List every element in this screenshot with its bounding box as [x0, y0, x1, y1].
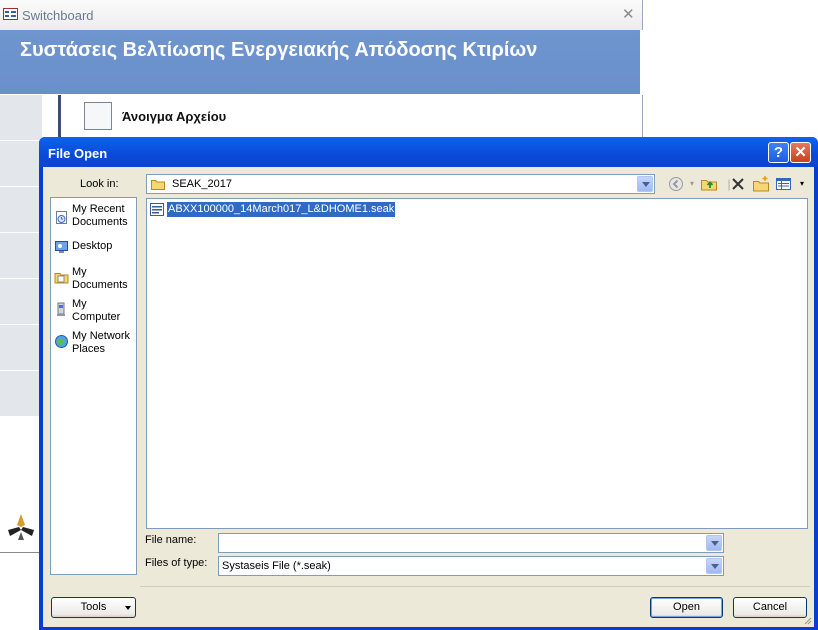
file-type-value: Systaseis File (*.seak)	[222, 560, 331, 572]
desktop-icon	[55, 241, 68, 253]
open-button[interactable]: Open	[650, 597, 723, 618]
new-folder-icon[interactable]	[752, 175, 770, 193]
recent-documents-icon	[56, 211, 67, 224]
views-dropdown-icon[interactable]: ▾	[793, 175, 811, 193]
left-panel-row	[0, 279, 42, 325]
switchboard-header-title: Συστάσεις Βελτίωσης Ενεργειακής Απόδοσης…	[20, 39, 538, 61]
switchboard-rule	[0, 552, 40, 553]
file-name-input[interactable]	[218, 533, 724, 553]
my-documents-icon	[54, 273, 69, 284]
back-dropdown-icon[interactable]: ▾	[683, 175, 701, 193]
tools-label: Tools	[80, 601, 107, 613]
file-name-label: File name:	[145, 534, 197, 546]
places-bar: My Recent Documents Desktop My Documents…	[50, 197, 137, 575]
chevron-down-icon[interactable]	[637, 176, 653, 192]
dialog-titlebar[interactable]: File Open ? ✕	[39, 137, 818, 167]
file-list[interactable]: ABXX100000_14March017_L&DHOME1.seak	[146, 198, 808, 529]
look-in-value: SEAK_2017	[172, 178, 232, 190]
file-name: ABXX100000_14March017_L&DHOME1.seak	[165, 201, 397, 218]
left-panel-row	[0, 187, 42, 233]
delete-icon[interactable]	[729, 175, 747, 193]
place-network-places[interactable]: My Network Places	[51, 330, 136, 358]
tools-button[interactable]: Tools	[51, 597, 136, 618]
switchboard-left-panel	[0, 95, 42, 417]
switchboard-separator	[58, 95, 61, 140]
look-in-label: Look in:	[80, 178, 119, 190]
left-panel-row	[0, 141, 42, 187]
chevron-down-icon[interactable]	[706, 535, 722, 551]
dialog-title: File Open	[48, 146, 108, 161]
switchboard-close-icon[interactable]: ✕	[622, 5, 635, 23]
switchboard-divider	[642, 95, 643, 140]
place-label: My Recent Documents	[72, 203, 128, 228]
left-panel-row	[0, 95, 42, 141]
chevron-down-icon[interactable]	[706, 558, 722, 574]
switchboard-header: Συστάσεις Βελτίωσης Ενεργειακής Απόδοσης…	[0, 30, 640, 94]
switchboard-titlebar: Switchboard ✕	[0, 0, 643, 30]
place-my-documents[interactable]: My Documents	[51, 266, 136, 294]
dialog-body: Look in: SEAK_2017 ▾ | ▾ My Recent Docum…	[43, 167, 814, 627]
place-desktop[interactable]: Desktop	[51, 240, 136, 258]
form-icon	[3, 8, 18, 20]
place-label: My Computer	[72, 298, 121, 323]
tools-dropdown-icon	[125, 606, 131, 610]
folder-icon	[151, 180, 165, 190]
file-open-dialog: File Open ? ✕ Look in: SEAK_2017 ▾ | ▾ M…	[39, 137, 818, 630]
file-type-select[interactable]: Systaseis File (*.seak)	[218, 556, 724, 576]
file-type-label: Files of type:	[145, 557, 208, 569]
dialog-separator	[140, 586, 810, 587]
switchboard-title: Switchboard	[22, 8, 94, 23]
network-places-icon	[55, 335, 68, 348]
cancel-button[interactable]: Cancel	[733, 597, 807, 618]
left-panel-row	[0, 325, 42, 371]
left-panel-row	[0, 371, 42, 417]
place-recent-documents[interactable]: My Recent Documents	[51, 203, 136, 231]
place-label: My Documents	[72, 266, 128, 291]
app-logo-icon	[8, 514, 34, 540]
views-icon[interactable]	[775, 175, 793, 193]
place-my-computer[interactable]: My Computer	[51, 298, 136, 326]
look-in-dropdown[interactable]: SEAK_2017	[146, 174, 655, 194]
seak-file-icon	[150, 203, 164, 216]
dialog-close-button[interactable]: ✕	[790, 142, 811, 163]
my-computer-icon	[57, 302, 65, 316]
up-folder-icon[interactable]	[700, 175, 718, 193]
place-label: My Network Places	[72, 330, 131, 355]
place-label: Desktop	[72, 240, 113, 252]
left-panel-row	[0, 233, 42, 279]
help-button[interactable]: ?	[768, 142, 789, 163]
resize-grip-icon[interactable]	[802, 615, 812, 625]
open-file-label: Άνοιγμα Αρχείου	[122, 109, 227, 124]
open-file-button[interactable]	[84, 102, 112, 130]
